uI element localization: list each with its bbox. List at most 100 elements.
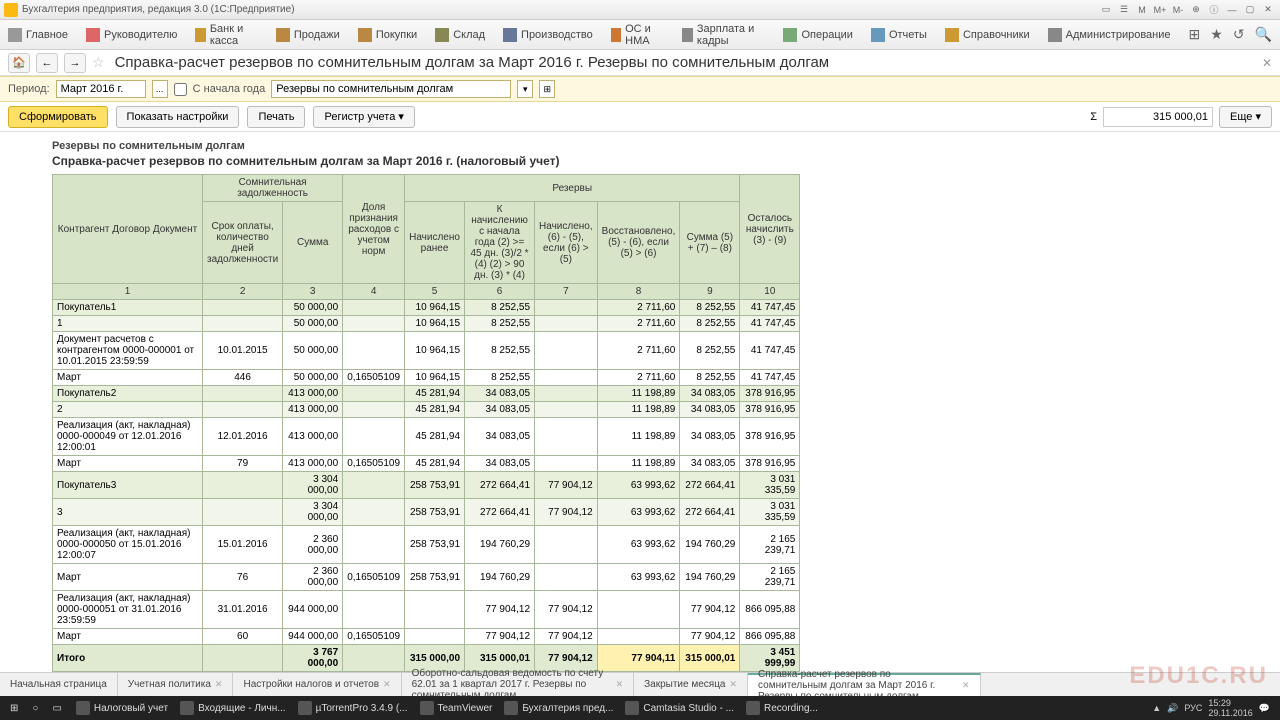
col-header: Начислено, (6) - (5), если (6) > (5) <box>535 202 598 284</box>
table-row[interactable]: Реализация (акт, накладная) 0000-000050 … <box>53 526 800 564</box>
sys-icon[interactable]: ☰ <box>1116 3 1132 17</box>
table-row[interactable]: Документ расчетов с контрагентом 0000-00… <box>53 332 800 370</box>
close-icon[interactable]: ✕ <box>1260 3 1276 17</box>
table-row[interactable]: 150 000,0010 964,158 252,552 711,608 252… <box>53 316 800 332</box>
tab[interactable]: Учетная политика✕ <box>118 673 234 696</box>
col-header: Срок оплаты, количество дней задолженнос… <box>203 202 283 284</box>
tab[interactable]: Справка-расчет резервов по сомнительным … <box>748 673 981 696</box>
col-header: Осталось начислить (3) - (9) <box>740 175 800 284</box>
sys-icon[interactable]: ▭ <box>1098 3 1114 17</box>
sys-icon[interactable]: M <box>1134 3 1150 17</box>
clock[interactable]: 15:2929.11.2016 <box>1208 698 1252 718</box>
report-area: Резервы по сомнительным долгам Справка-р… <box>0 132 1280 672</box>
menu-operations[interactable]: Операции <box>783 28 852 42</box>
search-icon[interactable]: ○ <box>26 698 44 718</box>
table-row[interactable]: Покупатель2413 000,0045 281,9434 083,051… <box>53 386 800 402</box>
sys-icon[interactable]: M- <box>1170 3 1186 17</box>
tab[interactable]: Настройки налогов и отчетов✕ <box>233 673 401 696</box>
minimize-icon[interactable]: — <box>1224 3 1240 17</box>
search-icon[interactable]: 🔍 <box>1255 26 1272 43</box>
forward-button[interactable]: → <box>64 53 86 73</box>
tab-close-icon[interactable]: ✕ <box>616 679 624 690</box>
register-button[interactable]: Регистр учета ▾ <box>313 106 414 128</box>
period-picker-icon[interactable]: ... <box>152 80 168 98</box>
taskbar-item[interactable]: TeamViewer <box>414 698 499 718</box>
taskbar-item[interactable]: µTorrentPro 3.4.9 (... <box>292 698 414 718</box>
tab-close-icon[interactable]: ✕ <box>383 679 391 690</box>
taskview-icon[interactable]: ▭ <box>46 698 67 718</box>
table-row[interactable]: Реализация (акт, накладная) 0000-000051 … <box>53 591 800 629</box>
menu-main[interactable]: Главное <box>8 28 68 42</box>
taskbar-item[interactable]: Camtasia Studio - ... <box>619 698 740 718</box>
period-bar: Период: ... С начала года ▾ ⊞ <box>0 76 1280 102</box>
table-row[interactable]: Март44650 000,000,1650510910 964,158 252… <box>53 370 800 386</box>
toolbar: Сформировать Показать настройки Печать Р… <box>0 102 1280 132</box>
period-input[interactable] <box>56 80 146 98</box>
star-icon[interactable]: ★ <box>1210 26 1223 43</box>
tray-icon[interactable]: 🔊 <box>1167 703 1178 714</box>
menu-warehouse[interactable]: Склад <box>435 28 485 42</box>
tray-icon[interactable]: ▲ <box>1152 703 1161 713</box>
close-page-icon[interactable]: ✕ <box>1262 56 1272 70</box>
tab[interactable]: Закрытие месяца✕ <box>634 673 748 696</box>
more-button[interactable]: Еще ▾ <box>1219 106 1272 128</box>
table-row[interactable]: 33 304 000,00258 753,91272 664,4177 904,… <box>53 499 800 526</box>
taskbar-item[interactable]: Бухгалтерия пред... <box>498 698 619 718</box>
start-button[interactable]: ⊞ <box>4 698 24 718</box>
table-row[interactable]: Покупатель150 000,0010 964,158 252,552 7… <box>53 300 800 316</box>
menu-admin[interactable]: Администрирование <box>1048 28 1171 42</box>
print-button[interactable]: Печать <box>247 106 305 128</box>
menu-production[interactable]: Производство <box>503 28 593 42</box>
tab-close-icon[interactable]: ✕ <box>215 679 223 690</box>
table-row[interactable]: Реализация (акт, накладная) 0000-000049 … <box>53 418 800 456</box>
reserve-type-input[interactable] <box>271 80 511 98</box>
menu-catalogs[interactable]: Справочники <box>945 28 1030 42</box>
menu-salary[interactable]: Зарплата и кадры <box>682 23 765 47</box>
tab-close-icon[interactable]: ✕ <box>962 680 970 691</box>
bottom-tabs: Начальная страницаУчетная политика✕Настр… <box>0 672 1280 696</box>
menu-assets[interactable]: ОС и НМА <box>611 23 665 47</box>
table-row[interactable]: 2413 000,0045 281,9434 083,0511 198,8934… <box>53 402 800 418</box>
settings-button[interactable]: Показать настройки <box>116 106 240 128</box>
table-row[interactable]: Покупатель33 304 000,00258 753,91272 664… <box>53 472 800 499</box>
apps-icon[interactable]: ⊞ <box>1189 26 1201 43</box>
col-num: 7 <box>535 284 598 300</box>
table-row[interactable]: Март762 360 000,000,16505109258 753,9119… <box>53 564 800 591</box>
sys-icon[interactable]: M+ <box>1152 3 1168 17</box>
lang-indicator[interactable]: РУС <box>1184 703 1202 713</box>
history-icon[interactable]: ↺ <box>1233 26 1245 43</box>
from-start-checkbox[interactable] <box>174 83 187 96</box>
tab[interactable]: Начальная страница <box>0 673 118 696</box>
table-row[interactable]: Март60944 000,000,1650510977 904,1277 90… <box>53 629 800 645</box>
menu-manager[interactable]: Руководителю <box>86 28 177 42</box>
taskbar-item[interactable]: Налоговый учет <box>70 698 174 718</box>
params-icon[interactable]: ⊞ <box>539 80 555 98</box>
taskbar-item[interactable]: Входящие - Личн... <box>174 698 292 718</box>
notification-icon[interactable]: 💬 <box>1259 703 1270 714</box>
home-button[interactable]: 🏠 <box>8 53 30 73</box>
maximize-icon[interactable]: ▢ <box>1242 3 1258 17</box>
col-num: 1 <box>53 284 203 300</box>
menu-sales[interactable]: Продажи <box>276 28 340 42</box>
dropdown-icon[interactable]: ▾ <box>517 80 533 98</box>
table-row[interactable]: Март79413 000,000,1650510945 281,9434 08… <box>53 456 800 472</box>
sys-icon[interactable]: ⊕ <box>1188 3 1204 17</box>
tab-close-icon[interactable]: ✕ <box>730 679 738 690</box>
tab[interactable]: Оборотно-сальдовая ведомость по счету 62… <box>402 673 635 696</box>
favorite-icon[interactable]: ☆ <box>92 54 105 71</box>
menu-reports[interactable]: Отчеты <box>871 28 927 42</box>
col-num: 3 <box>283 284 343 300</box>
nav-bar: 🏠 ← → ☆ Справка-расчет резервов по сомни… <box>0 50 1280 76</box>
menu-bank[interactable]: Банк и касса <box>195 23 257 47</box>
report-subtitle: Резервы по сомнительным долгам <box>52 140 1268 152</box>
taskbar-item[interactable]: Recording... <box>740 698 824 718</box>
menu-purchases[interactable]: Покупки <box>358 28 417 42</box>
col-header: Сумма <box>283 202 343 284</box>
period-label: Период: <box>8 83 50 95</box>
col-num: 4 <box>343 284 405 300</box>
col-num: 5 <box>405 284 465 300</box>
sys-icon[interactable]: ⓘ <box>1206 3 1222 17</box>
form-button[interactable]: Сформировать <box>8 106 108 128</box>
sum-field[interactable] <box>1103 107 1213 127</box>
back-button[interactable]: ← <box>36 53 58 73</box>
